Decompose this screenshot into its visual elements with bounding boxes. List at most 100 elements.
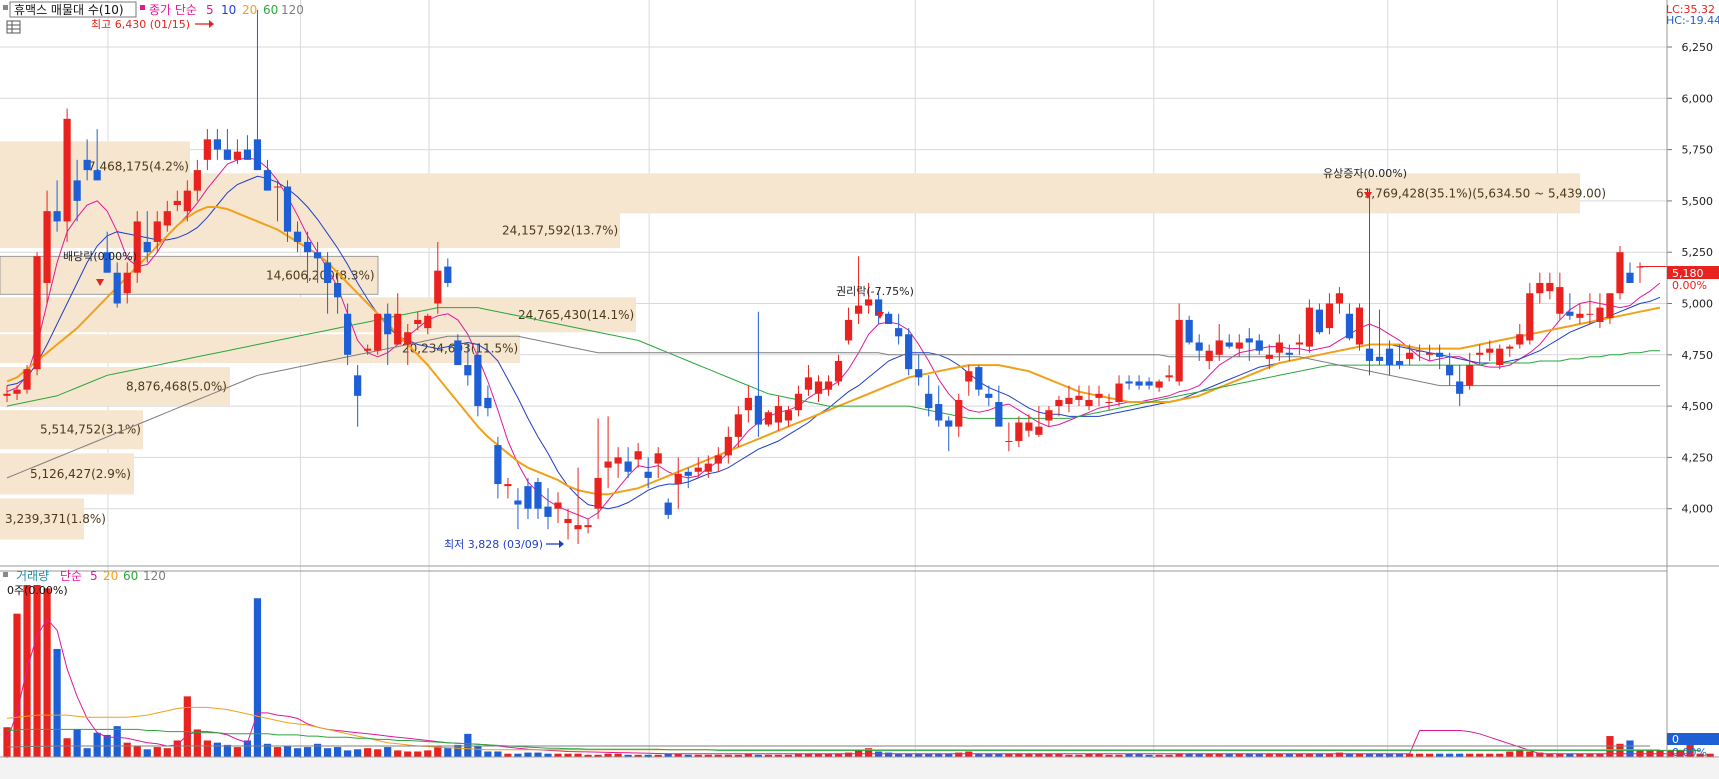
vol-ma-120: 120	[143, 569, 166, 583]
rights-issue-annotation: 유상증자(0.00%)	[1323, 167, 1407, 180]
volume-bar	[524, 752, 532, 757]
candle-body	[83, 159, 91, 171]
candle-body	[554, 502, 562, 509]
volume-bar	[494, 751, 502, 757]
item-name[interactable]: 휴맥스 매물대 수(10)	[14, 3, 124, 17]
candle-body	[474, 354, 482, 407]
volume-bar	[303, 747, 312, 757]
ma-legend-120: 120	[281, 3, 304, 17]
candle-body	[133, 221, 141, 273]
candle-body	[334, 282, 342, 298]
candle-body	[925, 393, 933, 409]
candle-body	[1035, 426, 1043, 435]
volume-bar	[414, 751, 422, 757]
volume-bar	[223, 744, 232, 757]
candle-body	[344, 313, 352, 355]
candle-body	[504, 484, 512, 487]
volume-bar	[153, 747, 161, 757]
volume-bar	[183, 696, 191, 757]
volume-bar	[374, 749, 382, 757]
candle-body	[1405, 352, 1414, 359]
candle-body	[293, 231, 302, 242]
candle-body	[123, 272, 131, 294]
volume-bar	[143, 749, 151, 757]
candle-body	[784, 410, 793, 421]
volume-bar	[253, 598, 262, 757]
price-tick-label: 4,500	[1682, 400, 1714, 413]
volume-bar	[334, 747, 342, 757]
candle-body	[724, 436, 732, 456]
candle-body	[1185, 319, 1193, 343]
volume-bar	[384, 747, 392, 757]
rights-drop-annotation: 권리락(-7.75%)	[836, 285, 914, 298]
candle-body	[173, 200, 181, 205]
candle-body	[814, 381, 823, 394]
candle-body	[23, 369, 31, 390]
candle-body	[995, 401, 1003, 427]
candle-body	[1566, 311, 1574, 316]
candle-body	[644, 471, 652, 478]
candle-body	[1015, 422, 1023, 441]
candle-body	[374, 313, 382, 351]
volume-bar	[534, 752, 542, 757]
candle-body	[955, 399, 963, 427]
candle-body	[1466, 365, 1474, 386]
candle-body	[1165, 375, 1173, 378]
candle-body	[1486, 348, 1494, 353]
volume-bar	[33, 585, 41, 757]
candle-body	[905, 334, 913, 370]
volume-bar	[233, 747, 242, 757]
volume-profile-label: 61,769,428(35.1%)(5,634.50 ~ 5,439.00)	[1356, 186, 1606, 200]
candle-body	[1446, 365, 1454, 376]
volume-bar	[63, 738, 71, 757]
volume-bar	[474, 745, 482, 757]
candle-body	[584, 525, 592, 528]
ma-legend-10: 10	[221, 3, 236, 17]
candle-body	[614, 457, 622, 464]
volume-bar	[1526, 751, 1534, 757]
volume-bar	[1626, 740, 1634, 757]
candle-body	[684, 471, 692, 476]
volume-bar	[394, 750, 402, 757]
candle-body	[734, 414, 742, 437]
candle-body	[1245, 338, 1253, 343]
candle-body	[1285, 352, 1293, 355]
candle-body	[1345, 313, 1354, 339]
candle-body	[1335, 293, 1344, 304]
price-tick-label: 5,000	[1682, 297, 1714, 310]
candle-body	[804, 377, 813, 390]
candle-body	[794, 393, 803, 411]
candle-body	[1115, 383, 1123, 402]
hc-value: HC:-19.44	[1666, 14, 1719, 27]
price-tick-label: 5,750	[1682, 144, 1714, 157]
candle-body	[404, 332, 412, 345]
candle-body	[263, 170, 272, 191]
volume-bar	[293, 748, 302, 757]
candle-body	[13, 389, 21, 394]
candle-body	[43, 211, 51, 283]
candle-body	[1275, 342, 1283, 353]
vol-legend-marker-icon	[3, 572, 8, 577]
candle-body	[864, 299, 873, 306]
vol-ma-60: 60	[123, 569, 138, 583]
candle-body	[1055, 399, 1063, 407]
volume-bar	[83, 748, 91, 757]
candle-body	[604, 461, 612, 468]
candle-body	[203, 139, 211, 160]
candle-body	[1315, 309, 1324, 333]
table-icon[interactable]	[6, 20, 21, 34]
candle-body	[1215, 340, 1223, 355]
candle-body	[283, 186, 292, 232]
candle-body	[53, 211, 61, 222]
last-volume-pct: 0.00%	[1672, 746, 1707, 759]
candle-body	[1235, 342, 1243, 349]
candle-body	[1546, 282, 1554, 292]
candle-body	[1135, 381, 1143, 386]
candle-body	[1325, 303, 1334, 329]
candle-body	[1496, 348, 1504, 366]
candle-body	[624, 461, 632, 472]
volume-bar	[123, 742, 131, 757]
candle-body	[1125, 381, 1133, 384]
candle-body	[434, 270, 442, 304]
price-tick-label: 4,250	[1682, 451, 1714, 464]
